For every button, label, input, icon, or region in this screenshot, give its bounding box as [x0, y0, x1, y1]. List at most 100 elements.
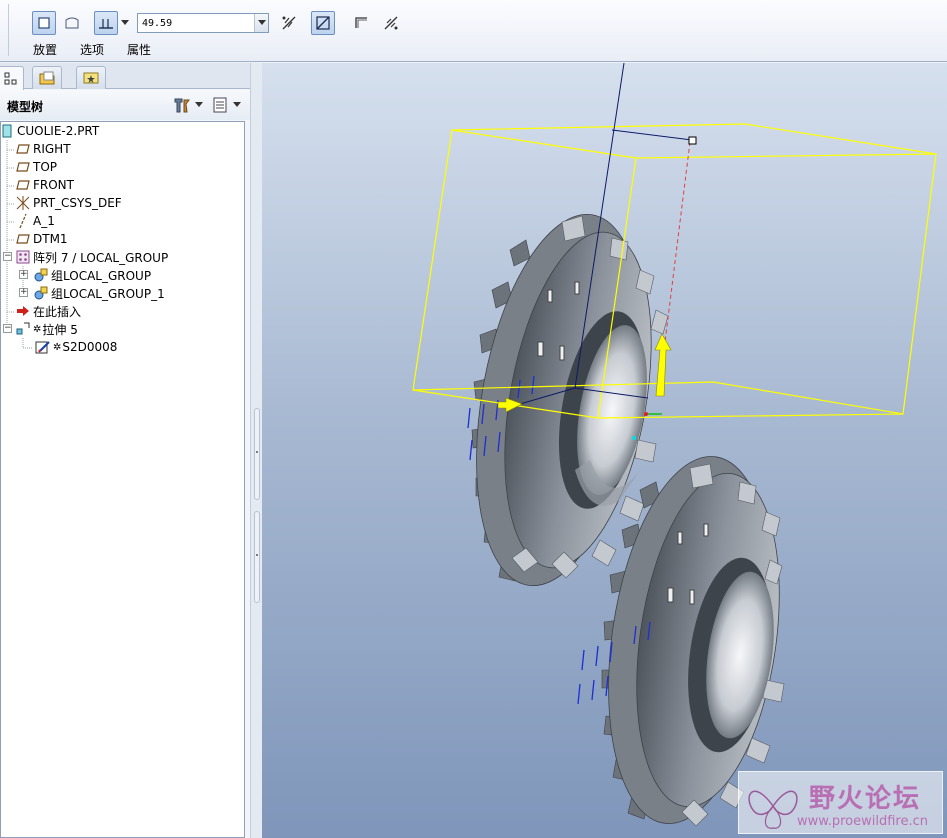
- depth-value-input[interactable]: [138, 14, 254, 32]
- surface-icon: [65, 17, 79, 29]
- expand-toggle[interactable]: +: [19, 288, 28, 297]
- datum-plane-icon: [15, 177, 31, 193]
- chevron-down-icon: [195, 102, 203, 107]
- pattern-icon: [15, 249, 31, 265]
- sketch-point-red: [644, 412, 648, 416]
- model-tree-header: 模型树: [0, 90, 250, 120]
- datum-plane-icon: [15, 159, 31, 175]
- tab-model-tree[interactable]: [0, 66, 24, 90]
- butterfly-logo-icon: [748, 790, 798, 829]
- tree-item-label: CUOLIE-2.PRT: [17, 124, 100, 138]
- navigator-panel: 模型树 CUOLIE-2.PRT RIGHT TOP FRONT PRT_CSY…: [0, 63, 250, 838]
- tree-item-right[interactable]: RIGHT: [15, 140, 71, 158]
- navigator-tabs: [0, 63, 250, 90]
- flip-material-side-button[interactable]: [379, 11, 403, 35]
- blind-depth-icon: [99, 19, 113, 29]
- thicken-icon: [355, 17, 367, 28]
- datum-plane-icon: [15, 141, 31, 157]
- navigator-splitter[interactable]: [250, 63, 262, 838]
- chevron-down-icon: [233, 102, 241, 107]
- depth-option-button[interactable]: [94, 11, 118, 35]
- folder-icon: [39, 71, 55, 85]
- tree-item-label: PRT_CSYS_DEF: [33, 196, 122, 210]
- tree-item-label: 拉伸 5: [42, 322, 78, 337]
- settings-menu-button[interactable]: [172, 96, 203, 114]
- tree-item-label: RIGHT: [33, 142, 71, 156]
- tree-item-pattern[interactable]: 阵列 7 / LOCAL_GROUP: [15, 248, 168, 266]
- insert-here-arrow-icon: [15, 303, 31, 319]
- coordinate-system-icon: [15, 195, 31, 211]
- tab-options[interactable]: 选项: [80, 41, 104, 58]
- extrude-dashboard: 放置 选项 属性: [0, 0, 947, 62]
- new-feature-marker: ✲: [33, 323, 42, 335]
- remove-material-icon: [316, 16, 330, 30]
- solid-icon: [38, 17, 50, 29]
- thicken-sketch-button[interactable]: [349, 11, 373, 35]
- tree-item-label: 组LOCAL_GROUP_1: [51, 286, 165, 301]
- tree-item-axis[interactable]: A_1: [15, 212, 55, 230]
- depth-option-dropdown[interactable]: [118, 11, 132, 35]
- tab-placement[interactable]: 放置: [33, 41, 57, 58]
- favorites-icon: [83, 72, 99, 84]
- forum-watermark: 野火论坛 www.proewildfire.cn: [738, 771, 943, 834]
- watermark-url: www.proewildfire.cn: [797, 814, 928, 829]
- flip-direction-icon: [282, 16, 296, 30]
- direction-arrow: [654, 333, 672, 397]
- splitter-grip[interactable]: [254, 408, 260, 500]
- datum-axis-icon: [15, 213, 31, 229]
- tab-folder-browser[interactable]: [32, 66, 62, 89]
- tree-item-label: 组LOCAL_GROUP: [51, 268, 152, 283]
- tree-item-label: TOP: [33, 160, 58, 174]
- extrude-icon: [15, 321, 31, 337]
- tree-item-extrude[interactable]: ✲ 拉伸 5: [15, 320, 78, 338]
- tree-item-label: DTM1: [33, 232, 68, 246]
- tools-icon: [174, 98, 190, 113]
- list-icon: [213, 97, 227, 113]
- tree-item-dtm1[interactable]: DTM1: [15, 230, 68, 248]
- depth-value-combo[interactable]: [137, 13, 269, 33]
- sketch-point: [632, 436, 636, 440]
- extrude-solid-button[interactable]: [32, 11, 56, 35]
- tree-item-label: 在此插入: [33, 304, 82, 319]
- model-scene[interactable]: [262, 63, 947, 838]
- tab-properties[interactable]: 属性: [127, 41, 151, 58]
- extrude-surface-button[interactable]: [60, 11, 84, 35]
- splitter-grip[interactable]: [254, 511, 260, 603]
- group-icon: [33, 285, 49, 301]
- panel-title: 模型树: [7, 100, 44, 114]
- sketch-icon: [35, 339, 51, 355]
- expand-toggle[interactable]: +: [19, 270, 28, 279]
- depth-drag-handle: [688, 136, 697, 145]
- flip-direction-button[interactable]: [277, 11, 301, 35]
- tree-item-group-1[interactable]: 组LOCAL_GROUP_1: [33, 284, 165, 302]
- tree-root-part[interactable]: CUOLIE-2.PRT: [0, 122, 99, 140]
- depth-value-dropdown[interactable]: [254, 14, 268, 32]
- part-icon: [0, 123, 15, 139]
- model-tree: CUOLIE-2.PRT RIGHT TOP FRONT PRT_CSYS_DE…: [0, 121, 245, 838]
- tree-item-label: FRONT: [33, 178, 74, 192]
- tree-item-label: S2D0008: [62, 340, 118, 354]
- watermark-title: 野火论坛: [809, 784, 922, 814]
- tree-item-top[interactable]: TOP: [15, 158, 57, 176]
- remove-material-button[interactable]: [311, 11, 335, 35]
- tree-item-group[interactable]: 组LOCAL_GROUP: [33, 266, 151, 284]
- group-icon: [33, 267, 49, 283]
- tree-item-label: 阵列 7 / LOCAL_GROUP: [33, 250, 169, 265]
- collapse-toggle[interactable]: −: [3, 252, 12, 261]
- datum-plane-icon: [15, 231, 31, 247]
- dashboard-divider: [8, 4, 9, 56]
- tree-item-insert-here[interactable]: 在此插入: [15, 302, 81, 320]
- model-tree-icon: [4, 72, 17, 84]
- new-feature-marker: ✲: [53, 341, 62, 353]
- collapse-toggle[interactable]: −: [3, 324, 12, 333]
- graphics-window[interactable]: [262, 63, 947, 838]
- tree-item-label: A_1: [33, 214, 55, 228]
- tree-item-front[interactable]: FRONT: [15, 176, 74, 194]
- tree-item-sketch[interactable]: ✲ S2D0008: [35, 338, 117, 356]
- chevron-down-icon: [121, 20, 129, 25]
- tree-item-csys[interactable]: PRT_CSYS_DEF: [15, 194, 122, 212]
- tab-favorites[interactable]: [76, 66, 106, 89]
- show-menu-button[interactable]: [212, 96, 241, 114]
- chevron-down-icon: [257, 20, 266, 25]
- flip-material-icon: [384, 16, 398, 30]
